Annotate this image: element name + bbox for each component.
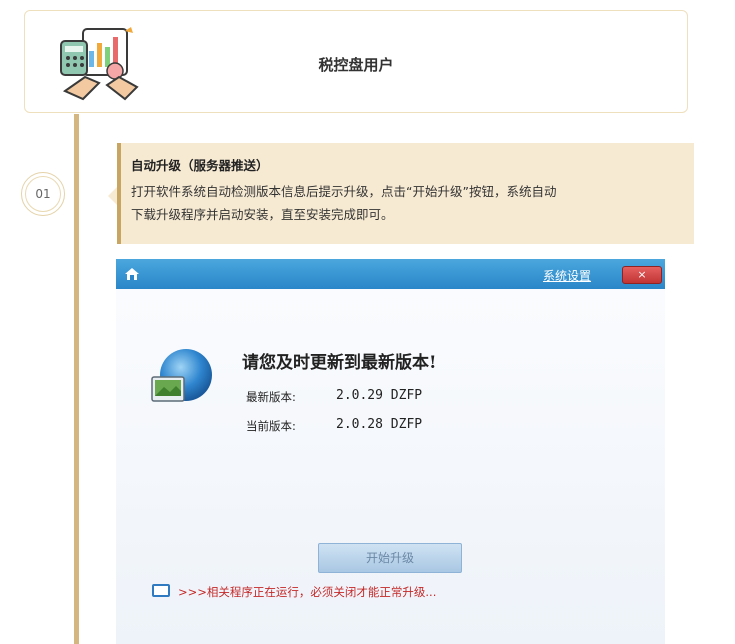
step-title: 自动升级（服务器推送） (131, 158, 269, 173)
start-upgrade-button[interactable]: 开始升级 (318, 543, 462, 573)
current-version-row: 当前版本: 2.0.28 DZFP (246, 417, 422, 434)
header-card: 税控盘用户 (24, 10, 688, 113)
upgrade-dialog: 系统设置 × 请您及时更新到最新版本! 最新版本: 2.0.29 DZFP 当前… (116, 259, 665, 644)
latest-version-label: 最新版本: (246, 390, 296, 404)
current-version-label: 当前版本: (246, 419, 296, 433)
window-icon (152, 584, 170, 597)
dialog-titlebar: 系统设置 × (116, 259, 665, 289)
latest-version-row: 最新版本: 2.0.29 DZFP (246, 388, 422, 405)
step-badge: 01 (21, 172, 65, 216)
step-number: 01 (25, 176, 61, 212)
update-headline: 请您及时更新到最新版本! (242, 353, 437, 373)
page-title: 税控盘用户 (318, 56, 394, 74)
step-description-line-1: 打开软件系统自动检测版本信息后提示升级，点击“开始升级”按钮，系统自动 (131, 184, 557, 199)
update-globe-icon (151, 349, 212, 402)
step-description-line-2: 下载升级程序并启动安装，直至安装完成即可。 (131, 207, 394, 222)
home-icon (125, 268, 139, 280)
timeline-line (74, 114, 79, 644)
latest-version-value: 2.0.29 DZFP (336, 388, 423, 403)
step-note: 自动升级（服务器推送） 打开软件系统自动检测版本信息后提示升级，点击“开始升级”… (108, 143, 694, 244)
step-description: 打开软件系统自动检测版本信息后提示升级，点击“开始升级”按钮，系统自动 下载升级… (131, 180, 684, 226)
current-version-value: 2.0.28 DZFP (336, 417, 423, 432)
system-settings-link[interactable]: 系统设置 (543, 267, 591, 284)
close-button[interactable]: × (622, 266, 662, 284)
running-program-warning: >>>相关程序正在运行，必须关闭才能正常升级... (178, 585, 437, 599)
